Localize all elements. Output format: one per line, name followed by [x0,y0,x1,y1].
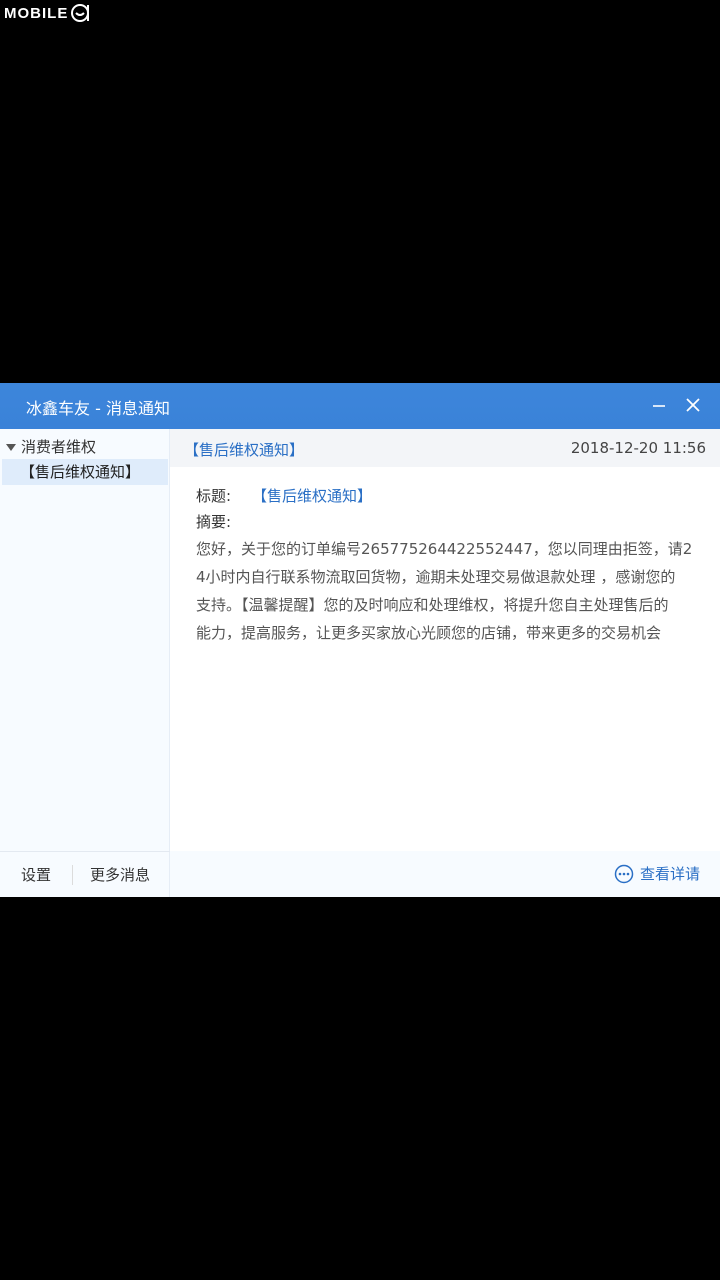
footer-divider [72,865,73,885]
title-label: 标题: [196,487,232,505]
message-footer: 查看详请 [170,851,720,897]
view-details-button[interactable]: 查看详请 [614,863,700,884]
tree-group-consumer-rights[interactable]: 消费者维权 [6,435,96,457]
message-body-line: 能力，提高服务，让更多买家放心光顾您的店铺，带来更多的交易机会 [196,624,662,642]
minimize-button[interactable] [645,391,673,419]
settings-button[interactable]: 设置 [21,852,51,898]
watermark-face-icon [71,4,90,22]
notification-window: 冰鑫车友 - 消息通知 消费者维权 【售后维权通知】 设置 更多消息 【售后维权… [0,383,720,897]
caret-down-icon [6,443,16,451]
message-timestamp: 2018-12-20 11:56 [570,439,706,457]
watermark-logo: MOBILE [4,2,92,24]
message-body: 您好，关于您的订单编号265775264422552447，您以同理由拒签，请2… [196,535,694,647]
view-details-label: 查看详请 [639,865,700,883]
close-button[interactable] [679,391,707,419]
more-dots-icon [614,864,634,883]
title-value: 【售后维权通知】 [252,487,373,505]
message-header: 【售后维权通知】 2018-12-20 11:56 [170,429,720,467]
message-header-title: 【售后维权通知】 [184,441,305,459]
message-panel: 【售后维权通知】 2018-12-20 11:56 标题: 【售后维权通知】 摘… [170,429,720,897]
sidebar: 消费者维权 【售后维权通知】 设置 更多消息 [0,429,170,897]
more-messages-button[interactable]: 更多消息 [90,852,150,898]
watermark-text: MOBILE [4,4,69,22]
sidebar-footer: 设置 更多消息 [0,851,170,897]
minimize-icon [653,405,665,407]
message-body-line: 您好，关于您的订单编号265775264422552447，您以同理由拒签，请2 [196,540,693,558]
tree-group-label: 消费者维权 [21,437,97,456]
summary-label: 摘要: [196,513,232,531]
message-body-line: 支持。【温馨提醒】您的及时响应和处理维权，将提升您自主处理售后的 [196,596,669,614]
close-icon [686,398,700,412]
window-title: 冰鑫车友 - 消息通知 [26,399,170,418]
sidebar-item-after-sales-notice[interactable]: 【售后维权通知】 [2,459,168,485]
title-bar[interactable]: 冰鑫车友 - 消息通知 [0,383,720,429]
message-body-line: 4小时内自行联系物流取回货物，逾期未处理交易做退款处理 ，感谢您的 [196,568,676,586]
